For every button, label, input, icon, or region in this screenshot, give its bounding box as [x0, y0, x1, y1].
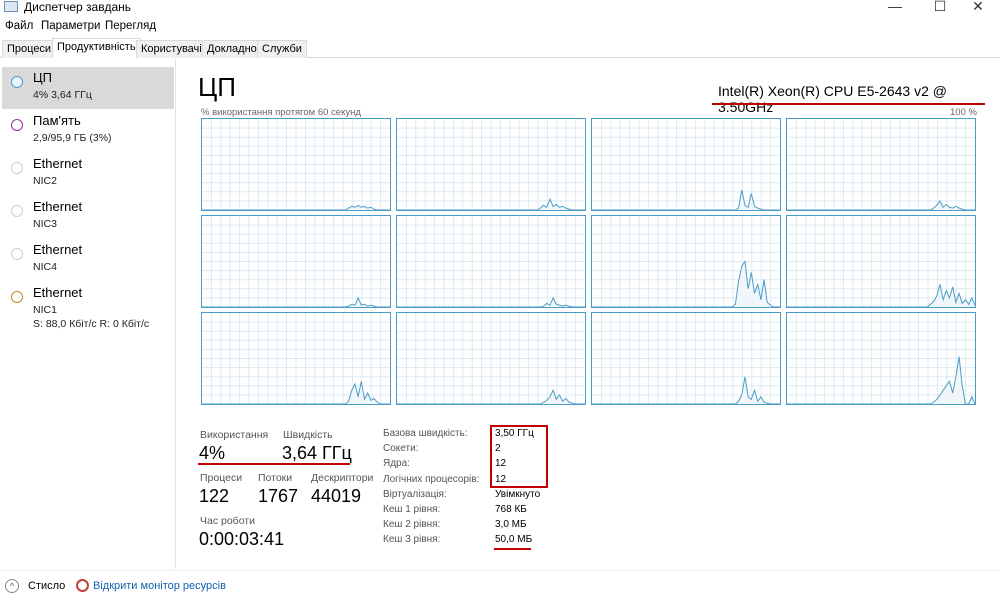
sidebar-item-sub: NIC2: [33, 175, 57, 187]
sidebar-item-sub: 2,9/95,9 ГБ (3%): [33, 132, 112, 144]
collapse-chevron-icon[interactable]: ^: [5, 579, 19, 593]
processes-value: 122: [199, 486, 230, 506]
tab-processes[interactable]: Процеси: [2, 40, 57, 58]
detail-value: 768 КБ: [495, 504, 527, 515]
ethernet-circle-icon: [11, 162, 23, 174]
sidebar-item-ethernet-nic1[interactable]: Ethernet NIC1 S: 88,0 Кбіт/с R: 0 Кбіт/с: [2, 282, 174, 334]
tab-performance[interactable]: Продуктивність: [52, 38, 141, 58]
usage-label: Використання: [200, 429, 269, 441]
open-resource-monitor-link[interactable]: Відкрити монітор ресурсів: [93, 580, 226, 592]
collapse-button[interactable]: Стисло: [28, 580, 65, 592]
cpu-core-graph: [786, 118, 976, 211]
sidebar-item-label: Ethernet: [33, 199, 83, 214]
window-title: Диспетчер завдань: [24, 0, 132, 14]
cpu-core-graph: [591, 118, 781, 211]
detail-label: Логічних процесорів:: [383, 473, 480, 485]
processes-label: Процеси: [200, 472, 243, 484]
detail-label: Кеш 2 рівня:: [383, 519, 441, 531]
sidebar-item-label: ЦП: [33, 70, 52, 85]
threads-value: 1767: [258, 486, 299, 506]
cpu-core-graph: [591, 312, 781, 405]
ethernet-circle-icon: [11, 291, 23, 303]
sidebar-item-label: Ethernet: [33, 285, 83, 300]
cpu-core-graph: [591, 215, 781, 308]
detail-value: 50,0 МБ: [495, 534, 533, 546]
sidebar-item-ethernet-nic3[interactable]: Ethernet NIC3: [2, 196, 174, 238]
detail-label: Ядра:: [383, 458, 410, 470]
handles-label: Дескриптори: [311, 472, 374, 484]
cpu-core-graph: [396, 118, 586, 211]
tab-users[interactable]: Користувачі: [136, 40, 207, 58]
speed-label: Швидкість: [283, 429, 333, 441]
menu-file[interactable]: Файл: [5, 20, 33, 32]
ethernet-circle-icon: [11, 248, 23, 260]
cpu-core-graph: [201, 215, 391, 308]
cpu-core-graph: [786, 215, 976, 308]
detail-label: Віртуалізація:: [383, 488, 447, 500]
cpu-circle-icon: [11, 76, 23, 88]
cpu-core-graph: [786, 312, 976, 405]
resource-sidebar: ЦП 4% 3,64 ГГц Пам'ять 2,9/95,9 ГБ (3%) …: [0, 59, 176, 569]
sidebar-item-ethernet-nic4[interactable]: Ethernet NIC4: [2, 239, 174, 281]
detail-label: Сокети:: [383, 443, 419, 455]
sidebar-item-cpu[interactable]: ЦП 4% 3,64 ГГц: [2, 67, 174, 109]
sidebar-item-label: Ethernet: [33, 156, 83, 171]
threads-label: Потоки: [258, 472, 293, 484]
title-bar: Диспетчер завдань — ☐ ✕: [0, 0, 1000, 16]
sidebar-item-throughput: S: 88,0 Кбіт/с R: 0 Кбіт/с: [33, 318, 150, 330]
ethernet-circle-icon: [11, 205, 23, 217]
sidebar-item-label: Ethernet: [33, 242, 83, 257]
page-title: ЦП: [198, 72, 236, 102]
graph-caption: % використання протягом 60 секунд: [201, 107, 361, 118]
resource-monitor-icon: [76, 579, 89, 592]
menu-view[interactable]: Перегляд: [105, 20, 156, 32]
annotation-underline: [494, 548, 531, 550]
handles-value: 44019: [311, 486, 362, 506]
usage-value: 4%: [199, 443, 226, 463]
close-button[interactable]: ✕: [963, 0, 993, 14]
sidebar-item-sub: NIC4: [33, 261, 57, 273]
sidebar-item-sub: NIC1: [33, 304, 57, 316]
uptime-value: 0:00:03:41: [199, 529, 285, 549]
uptime-label: Час роботи: [200, 515, 255, 527]
menu-options[interactable]: Параметри: [41, 20, 100, 32]
sidebar-item-label: Пам'ять: [33, 113, 81, 128]
detail-label: Кеш 3 рівня:: [383, 534, 441, 546]
detail-label: Базова швидкість:: [383, 428, 468, 439]
annotation-underline: [198, 463, 350, 465]
sidebar-item-memory[interactable]: Пам'ять 2,9/95,9 ГБ (3%): [2, 110, 174, 152]
task-manager-icon: [4, 1, 18, 12]
minimize-button[interactable]: —: [880, 0, 910, 14]
annotation-box: [490, 425, 548, 488]
cpu-core-graph: [201, 312, 391, 405]
tab-details[interactable]: Докладно: [202, 40, 262, 58]
cpu-core-graph: [396, 312, 586, 405]
sidebar-item-ethernet-nic2[interactable]: Ethernet NIC2: [2, 153, 174, 195]
annotation-underline: [712, 103, 985, 105]
footer-divider: [0, 570, 1000, 571]
tab-bar: Процеси Продуктивність Користувачі Докла…: [0, 38, 1000, 58]
cpu-core-graph: [396, 215, 586, 308]
cpu-core-graph: [201, 118, 391, 211]
maximize-button[interactable]: ☐: [925, 0, 955, 14]
speed-value: 3,64 ГГц: [282, 443, 352, 463]
graph-max-label: 100 %: [950, 107, 977, 118]
sidebar-item-sub: 4% 3,64 ГГц: [33, 89, 92, 101]
tab-services[interactable]: Служби: [257, 40, 307, 58]
detail-value: 3,0 МБ: [495, 519, 527, 531]
sidebar-item-sub: NIC3: [33, 218, 57, 230]
detail-value: Увімкнуто: [495, 488, 541, 500]
detail-label: Кеш 1 рівня:: [383, 504, 441, 515]
memory-circle-icon: [11, 119, 23, 131]
